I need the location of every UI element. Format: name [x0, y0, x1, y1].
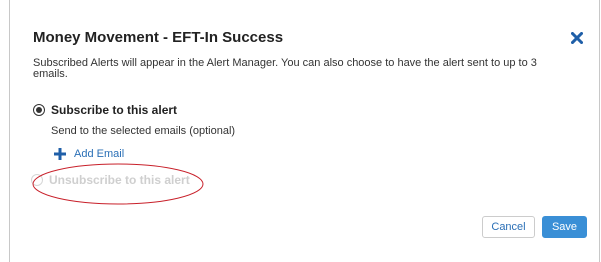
close-x-icon	[571, 32, 583, 44]
add-email-label: Add Email	[74, 148, 125, 160]
unsubscribe-radio-option[interactable]: Unsubscribe to this alert	[31, 173, 190, 187]
dialog-title: Money Movement - EFT-In Success	[33, 29, 284, 46]
save-button[interactable]: Save	[542, 216, 587, 238]
subscribe-label: Subscribe to this alert	[51, 103, 178, 117]
unsubscribe-radio[interactable]	[31, 174, 43, 186]
subscribe-radio-option[interactable]: Subscribe to this alert	[33, 103, 177, 117]
dialog-description: Subscribed Alerts will appear in the Ale…	[33, 57, 537, 80]
close-button[interactable]	[568, 29, 586, 47]
radio-selected-dot	[36, 107, 42, 113]
unsubscribe-label: Unsubscribe to this alert	[49, 173, 190, 187]
cancel-button[interactable]: Cancel	[482, 216, 535, 238]
subscribe-radio[interactable]	[33, 104, 45, 116]
add-email-link[interactable]: Add Email	[54, 148, 124, 160]
plus-icon	[54, 148, 66, 160]
alert-dialog: Money Movement - EFT-In Success Subscrib…	[9, 0, 600, 262]
optional-emails-hint: Send to the selected emails (optional)	[51, 125, 236, 137]
